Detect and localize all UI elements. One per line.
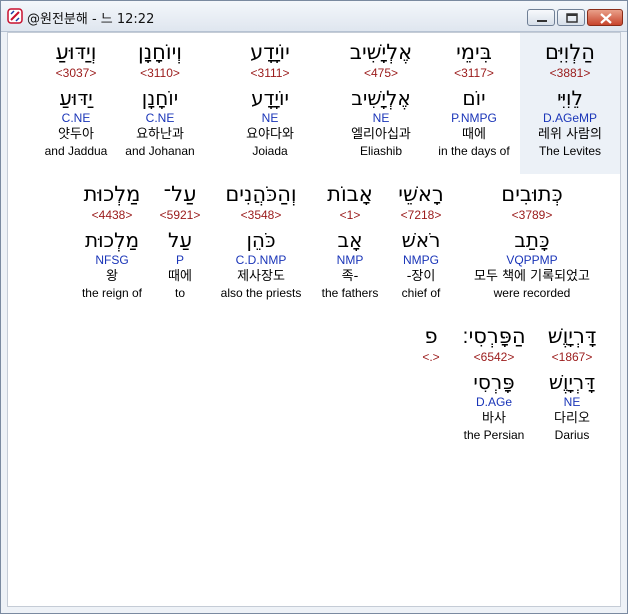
close-button[interactable]: [587, 9, 623, 26]
strong-number[interactable]: <1>: [310, 207, 390, 223]
title-bar[interactable]: @원전분해 - 느 12:22: [1, 1, 627, 32]
morphology[interactable]: VQPPMP: [454, 253, 610, 268]
english-gloss: the reign of: [81, 286, 143, 300]
word-block[interactable]: דָּרְיָוֶשׁ <1867> דָּרְיָוֶשׁ NE 다리오 Da…: [532, 323, 612, 443]
app-logo-icon: [7, 8, 23, 24]
korean-gloss: 때에: [462, 127, 486, 142]
lemma: יוֹיָדָע: [251, 86, 289, 110]
hebrew-word: מַלְכוּת: [83, 182, 141, 206]
korean-gloss: 바사: [482, 411, 506, 426]
word-block[interactable]: פ <.>: [416, 323, 446, 365]
morphology[interactable]: P.NMPG: [424, 111, 524, 126]
morphology[interactable]: C.D.NMP: [208, 253, 314, 268]
korean-gloss: 왕: [106, 269, 118, 284]
korean-gloss: 요야다와: [246, 127, 294, 142]
english-gloss: chief of: [401, 286, 441, 300]
hebrew-word: וְהַכֹּהֲנִים: [225, 182, 297, 206]
english-gloss: also the priests: [220, 286, 302, 300]
lemma: יַדּוּעַ: [59, 86, 93, 110]
maximize-icon: [566, 13, 578, 23]
hebrew-word: וְיַדּוּעַ: [55, 40, 97, 64]
hebrew-word: הַפָּרְסִי׃: [462, 324, 526, 348]
korean-gloss: 얏두아: [58, 127, 94, 142]
word-block[interactable]: אָבוֹת <1> אָב NMP 족- the fathers: [310, 181, 390, 301]
word-block[interactable]: הַפָּרְסִי׃ <6542> פָּרְסִי D.AGe 바사 the…: [452, 323, 536, 443]
lemma: לֵוִיִּי: [557, 86, 583, 110]
close-icon: [600, 13, 612, 24]
strong-number[interactable]: <475>: [331, 65, 431, 81]
word-block[interactable]: כְּתוּבִים <3789> כָּתַב VQPPMP 모두 책에 기록…: [454, 181, 610, 301]
strong-number[interactable]: <3789>: [454, 207, 610, 223]
strong-number[interactable]: <3548>: [208, 207, 314, 223]
strong-number[interactable]: <3117>: [424, 65, 524, 81]
strong-number[interactable]: <6542>: [452, 349, 536, 365]
morphology[interactable]: NMPG: [380, 253, 462, 268]
english-gloss: were recorded: [493, 286, 571, 300]
morphology[interactable]: NE: [220, 111, 320, 126]
word-block[interactable]: מַלְכוּת <4438> מַלְכוּת NFSG 왕 the reig…: [66, 181, 158, 301]
hebrew-word: יוֹיָדָע: [250, 40, 290, 64]
hebrew-word: פ: [424, 324, 438, 348]
strong-number[interactable]: <1867>: [532, 349, 612, 365]
english-gloss: the Persian: [463, 428, 525, 442]
korean-gloss: 제사장도: [237, 269, 285, 284]
hebrew-word: רָאשֵׁי: [398, 182, 444, 206]
lemma: אֶלְיָשִׁיב: [351, 86, 411, 110]
hebrew-word: דָּרְיָוֶשׁ: [547, 324, 597, 348]
strong-number[interactable]: <3111>: [220, 65, 320, 81]
window-title: @원전분해 - 느 12:22: [27, 12, 155, 27]
morphology[interactable]: NMP: [310, 253, 390, 268]
morphology[interactable]: NFSG: [66, 253, 158, 268]
word-block[interactable]: בִּימֵי <3117> יוֹם P.NMPG 때에 in the day…: [424, 39, 524, 159]
word-block[interactable]: הַלְוִיִּם <3881> לֵוִיִּי D.AGeMP 레위 사람…: [520, 33, 620, 174]
word-block[interactable]: וְיַדּוּעַ <3037> יַדּוּעַ C.NE 얏두아 and …: [26, 39, 126, 159]
strong-number[interactable]: <3037>: [26, 65, 126, 81]
lemma: יוֹם: [462, 86, 486, 110]
lemma: כֹּהֵן: [246, 228, 276, 252]
hebrew-word: אֶלְיָשִׁיב: [349, 40, 413, 64]
morphology[interactable]: C.NE: [26, 111, 126, 126]
strong-number[interactable]: <3881>: [520, 65, 620, 81]
morphology[interactable]: NE: [532, 395, 612, 410]
hebrew-word: אָבוֹת: [327, 182, 373, 206]
korean-gloss: 족-: [341, 269, 359, 284]
hebrew-word: הַלְוִיִּם: [544, 40, 595, 64]
english-gloss: Joiada: [252, 144, 288, 158]
korean-gloss: -장이: [406, 269, 436, 284]
word-block[interactable]: אֶלְיָשִׁיב <475> אֶלְיָשִׁיב NE 엘리아십과 E…: [331, 39, 431, 159]
lemma: רֹאשׁ: [401, 228, 441, 252]
korean-gloss: 엘리아십과: [351, 127, 411, 142]
hebrew-word: בִּימֵי: [456, 40, 492, 64]
english-gloss: The Levites: [538, 144, 602, 158]
korean-gloss: 레위 사람의: [538, 127, 602, 142]
english-gloss: and Jaddua: [44, 144, 108, 158]
english-gloss: Eliashib: [359, 144, 403, 158]
word-block[interactable]: רָאשֵׁי <7218> רֹאשׁ NMPG -장이 chief of: [380, 181, 462, 301]
strong-number[interactable]: <4438>: [66, 207, 158, 223]
lemma: דָּרְיָוֶשׁ: [548, 370, 596, 394]
minimize-icon: [537, 20, 547, 22]
morphology[interactable]: D.AGeMP: [520, 111, 620, 126]
english-gloss: in the days of: [438, 144, 510, 158]
korean-gloss: 모두 책에 기록되었고: [474, 269, 590, 284]
hebrew-word: כְּתוּבִים: [501, 182, 563, 206]
english-gloss: the fathers: [321, 286, 379, 300]
strong-number[interactable]: <.>: [416, 349, 446, 365]
app-window: @원전분해 - 느 12:22 הַלְוִיִּם <3881> לֵוִיִ…: [0, 0, 628, 614]
english-gloss: Darius: [554, 428, 590, 442]
interlinear-panel[interactable]: הַלְוִיִּם <3881> לֵוִיִּי D.AGeMP 레위 사람…: [7, 32, 621, 607]
korean-gloss: 다리오: [554, 411, 590, 426]
word-block[interactable]: יוֹיָדָע <3111> יוֹיָדָע NE 요야다와 Joiada: [220, 39, 320, 159]
maximize-button[interactable]: [557, 9, 585, 26]
lemma: אָב: [337, 228, 363, 252]
strong-number[interactable]: <7218>: [380, 207, 462, 223]
morphology[interactable]: D.AGe: [452, 395, 536, 410]
lemma: פָּרְסִי: [473, 370, 515, 394]
minimize-button[interactable]: [527, 9, 555, 26]
lemma: כָּתַב: [514, 228, 550, 252]
morphology[interactable]: NE: [331, 111, 431, 126]
lemma: מַלְכוּת: [84, 228, 140, 252]
word-block[interactable]: וְהַכֹּהֲנִים <3548> כֹּהֵן C.D.NMP 제사장도…: [208, 181, 314, 301]
